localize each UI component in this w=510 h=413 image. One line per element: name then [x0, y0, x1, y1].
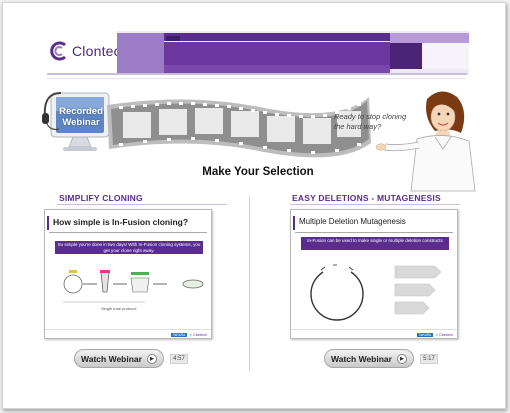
column-rule	[290, 204, 460, 205]
play-icon: ▶	[396, 353, 407, 364]
duration-badge: 5:17	[420, 354, 438, 364]
takara-logo: TaKaRa	[170, 333, 188, 337]
recorded-webinar-badge: Recorded Webinar	[51, 101, 111, 133]
webinar-thumbnail-mutagenesis[interactable]: Multiple Deletion Mutagenesis In-Fusion …	[290, 209, 458, 339]
deletion-diagram	[310, 264, 442, 321]
header-rule-thin	[47, 78, 467, 79]
clontech-mini-logo: ◐ Clontech	[190, 333, 207, 337]
watch-webinar-button-2[interactable]: Watch Webinar ▶	[324, 349, 414, 368]
slide-footer-logos: TaKaRa ◐ Clontech	[416, 333, 453, 337]
slide-caption: Single tube protocol	[101, 306, 137, 311]
watch-webinar-label: Watch Webinar	[331, 353, 392, 364]
badge-line2: Webinar	[62, 117, 100, 128]
webinar-thumbnail-simplify[interactable]: How simple is In-Fusion cloning? So simp…	[44, 209, 212, 339]
slide-footer-logos: TaKaRa ◐ Clontech	[170, 333, 207, 337]
speech-text: Ready to stop cloning the hard way?	[334, 112, 407, 131]
watch-webinar-label: Watch Webinar	[81, 353, 142, 364]
slide-title: Multiple Deletion Mutagenesis	[299, 217, 406, 226]
slide-footer: TaKaRa ◐ Clontech	[291, 329, 457, 338]
slide-title: How simple is In-Fusion cloning?	[53, 217, 189, 227]
slide-accent	[47, 216, 49, 230]
slide-banner: In-Fusion can be used to make single or …	[301, 237, 449, 250]
clontech-mini-logo: ◐ Clontech	[436, 333, 453, 337]
column-rule	[57, 204, 227, 205]
column-title-easy-deletions: EASY DELETIONS - MUTAGENESIS	[292, 193, 441, 203]
cloning-diagram	[63, 270, 204, 303]
header-rule	[47, 73, 467, 75]
play-icon: ▶	[146, 353, 157, 364]
film-strip	[107, 97, 371, 158]
webinar-page: Clontech Recorded Webinar Ready to stop …	[2, 2, 506, 409]
clontech-logo-icon	[49, 41, 69, 61]
badge-line1: Recorded	[59, 106, 103, 117]
slide-rule	[295, 232, 453, 233]
slide-accent	[293, 216, 295, 230]
column-title-simplify-cloning: SIMPLIFY CLONING	[59, 193, 143, 203]
slide-banner: So simple you're done in two days! With …	[55, 241, 203, 254]
takara-logo: TaKaRa	[416, 333, 434, 337]
page-heading: Make Your Selection	[202, 166, 314, 178]
slide-rule	[49, 232, 207, 233]
watch-webinar-button-1[interactable]: Watch Webinar ▶	[74, 349, 164, 368]
slide-footer: TaKaRa ◐ Clontech	[45, 329, 211, 338]
duration-badge: 4:57	[170, 354, 188, 364]
column-divider	[249, 196, 250, 371]
